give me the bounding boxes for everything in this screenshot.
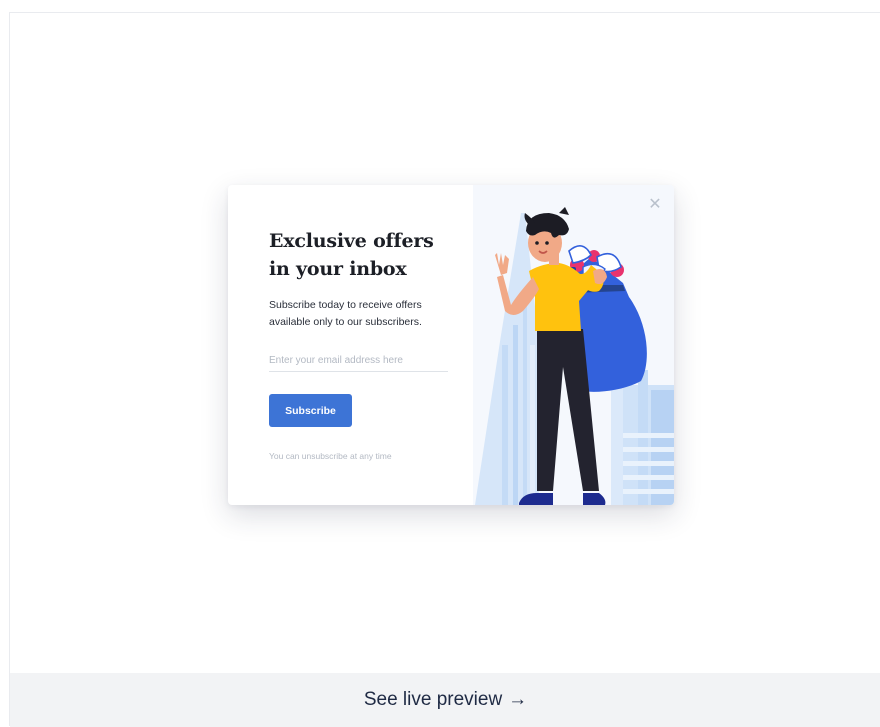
newsletter-popup: ✕ Exclusive offers in your inbox Subscri…	[228, 185, 674, 505]
popup-title-line-2: in your inbox	[269, 258, 407, 280]
close-icon[interactable]: ✕	[646, 195, 664, 213]
unsubscribe-note: You can unsubscribe at any time	[269, 451, 392, 461]
live-preview-label: See live preview	[363, 689, 503, 710]
popup-content: Exclusive offers in your inbox Subscribe…	[269, 227, 469, 461]
popup-title: Exclusive offers in your inbox	[269, 227, 469, 283]
popup-title-line-1: Exclusive offers	[269, 230, 434, 252]
arrow-right-icon: →	[508, 689, 528, 710]
subscribe-button[interactable]: Subscribe	[269, 394, 352, 427]
footer-bar: See live preview →	[10, 673, 880, 727]
preview-stage: ✕ Exclusive offers in your inbox Subscri…	[10, 13, 880, 673]
shopper-illustration	[473, 185, 674, 505]
popup-description: Subscribe today to receive offers availa…	[269, 299, 422, 328]
live-preview-link[interactable]: See live preview →	[364, 689, 527, 711]
preview-frame: ✕ Exclusive offers in your inbox Subscri…	[9, 12, 880, 727]
email-input[interactable]	[269, 349, 448, 372]
